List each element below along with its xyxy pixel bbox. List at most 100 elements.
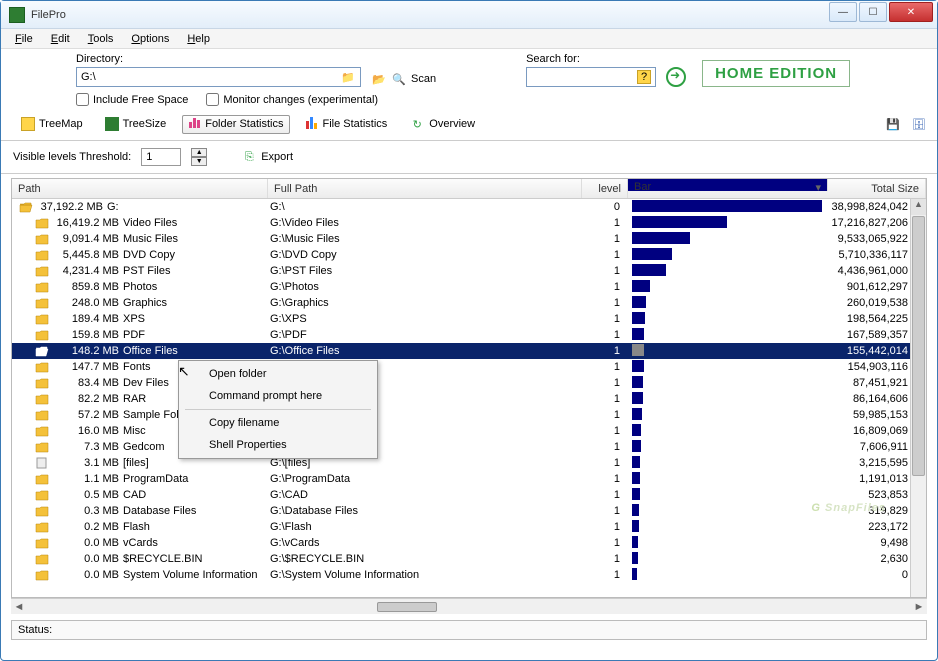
folder-dropdown-icon[interactable]: 📁 [340, 69, 356, 85]
scan-button[interactable]: Scan [411, 73, 436, 85]
row-name: RAR [123, 393, 146, 405]
horizontal-scrollbar[interactable]: ◄ ► [11, 598, 927, 614]
col-total-size[interactable]: Total Size [828, 179, 926, 198]
table-row[interactable]: 5,445.8 MB DVD Copy G:\DVD Copy 1 5,710,… [12, 247, 926, 263]
ctx-open-folder[interactable]: Open folder [181, 363, 375, 385]
row-bar [628, 296, 828, 311]
scroll-thumb[interactable] [912, 216, 925, 476]
search-input[interactable]: ? [526, 67, 656, 87]
row-bar [628, 520, 828, 535]
table-row[interactable]: 4,231.4 MB PST Files G:\PST Files 1 4,43… [12, 263, 926, 279]
ctx-copy-filename[interactable]: Copy filename [181, 412, 375, 434]
row-level: 1 [582, 441, 628, 453]
row-level: 1 [582, 425, 628, 437]
treemap-icon [21, 117, 35, 131]
folder-icon [34, 280, 50, 294]
vertical-scrollbar[interactable]: ▲ [910, 199, 926, 597]
browse-folder-icon[interactable]: 📂 [371, 71, 387, 87]
tab-treesize[interactable]: TreeSize [99, 115, 173, 133]
table-row[interactable]: 1.1 MB ProgramData G:\ProgramData 1 1,19… [12, 471, 926, 487]
row-size: 16.0 MB [53, 425, 123, 437]
menu-options[interactable]: Options [123, 31, 177, 47]
hscroll-thumb[interactable] [377, 602, 437, 612]
directory-input[interactable]: G:\ 📁 [76, 67, 361, 87]
ctx-command-prompt[interactable]: Command prompt here [181, 385, 375, 407]
tab-treemap[interactable]: TreeMap [15, 115, 89, 133]
go-button[interactable] [666, 67, 686, 87]
row-bar [628, 328, 828, 343]
monitor-changes-checkbox[interactable]: Monitor changes (experimental) [206, 93, 378, 106]
table-row[interactable]: 3.1 MB [files] G:\[files] 1 3,215,595 [12, 455, 926, 471]
maximize-button[interactable]: ☐ [859, 2, 887, 22]
include-free-checkbox[interactable]: Include Free Space [76, 93, 188, 106]
menu-file[interactable]: File [7, 31, 41, 47]
app-icon [9, 7, 25, 23]
table-row[interactable]: 0.0 MB $RECYCLE.BIN G:\$RECYCLE.BIN 1 2,… [12, 551, 926, 567]
table-row[interactable]: 37,192.2 MB G: G:\ 0 38,998,824,042 [12, 199, 926, 215]
row-level: 1 [582, 233, 628, 245]
col-path[interactable]: Path [12, 179, 268, 198]
visible-levels-spinner[interactable]: ▲▼ [191, 148, 207, 166]
table-row[interactable]: 0.3 MB Database Files G:\Database Files … [12, 503, 926, 519]
table-row[interactable]: 16.0 MB Misc 1 16,809,069 [12, 423, 926, 439]
row-full-path: G:\Database Files [268, 505, 582, 517]
table-row[interactable]: 159.8 MB PDF G:\PDF 1 167,589,357 [12, 327, 926, 343]
tab-folder-stats[interactable]: Folder Statistics [182, 115, 290, 134]
row-size: 0.0 MB [53, 537, 123, 549]
table-row[interactable]: 57.2 MB Sample Folde 1 59,985,153 [12, 407, 926, 423]
row-bar [628, 424, 828, 439]
scroll-up-icon[interactable]: ▲ [911, 199, 926, 215]
scroll-left-icon[interactable]: ◄ [11, 601, 27, 613]
table-row[interactable]: 7.3 MB Gedcom G:\Gedcom 1 7,606,911 [12, 439, 926, 455]
export-button[interactable]: ⎘ Export [237, 147, 297, 167]
col-full-path[interactable]: Full Path [268, 179, 582, 198]
table-row[interactable]: 83.4 MB Dev Files 1 87,451,921 [12, 375, 926, 391]
menu-tools[interactable]: Tools [80, 31, 122, 47]
table-row[interactable]: 9,091.4 MB Music Files G:\Music Files 1 … [12, 231, 926, 247]
table-row[interactable]: 0.5 MB CAD G:\CAD 1 523,853 [12, 487, 926, 503]
tab-overview[interactable]: ↻ Overview [403, 114, 481, 134]
row-name: Office Files [123, 345, 178, 357]
scroll-right-icon[interactable]: ► [911, 601, 927, 613]
row-level: 1 [582, 569, 628, 581]
table-row[interactable]: 248.0 MB Graphics G:\Graphics 1 260,019,… [12, 295, 926, 311]
tab-treemap-label: TreeMap [39, 118, 83, 130]
table-row[interactable]: 0.0 MB System Volume Information G:\Syst… [12, 567, 926, 583]
row-full-path: G:\Flash [268, 521, 582, 533]
table-row[interactable]: 82.2 MB RAR 1 86,164,606 [12, 391, 926, 407]
magnify-icon[interactable]: 🔍 [391, 71, 407, 87]
row-full-path: G:\ProgramData [268, 473, 582, 485]
save-db-icon[interactable]: 🗄 [911, 116, 927, 132]
col-level[interactable]: level [582, 179, 628, 198]
row-name: System Volume Information [123, 569, 258, 581]
row-full-path: G:\Graphics [268, 297, 582, 309]
close-button[interactable]: ✕ [889, 2, 933, 22]
visible-levels-input[interactable] [141, 148, 181, 166]
row-name: Music Files [123, 233, 178, 245]
table-row[interactable]: 148.2 MB Office Files G:\Office Files 1 … [12, 343, 926, 359]
include-free-label: Include Free Space [93, 94, 188, 106]
table-row[interactable]: 147.7 MB Fonts 1 154,903,116 [12, 359, 926, 375]
search-help-icon[interactable]: ? [637, 70, 651, 84]
table-row[interactable]: 16,419.2 MB Video Files G:\Video Files 1… [12, 215, 926, 231]
folder-stats-icon [189, 118, 201, 131]
row-level: 1 [582, 281, 628, 293]
menu-help[interactable]: Help [179, 31, 218, 47]
row-size: 9,091.4 MB [53, 233, 123, 245]
table-row[interactable]: 0.2 MB Flash G:\Flash 1 223,172 [12, 519, 926, 535]
table-row[interactable]: 0.0 MB vCards G:\vCards 1 9,498 [12, 535, 926, 551]
view-tabs: TreeMap TreeSize Folder Statistics File … [1, 112, 937, 141]
table-row[interactable]: 189.4 MB XPS G:\XPS 1 198,564,225 [12, 311, 926, 327]
save-icon[interactable]: 💾 [885, 116, 901, 132]
minimize-button[interactable]: — [829, 2, 857, 22]
row-size: 148.2 MB [53, 345, 123, 357]
menu-edit[interactable]: Edit [43, 31, 78, 47]
ctx-shell-properties[interactable]: Shell Properties [181, 434, 375, 456]
folder-icon [34, 360, 50, 374]
tab-file-stats[interactable]: File Statistics [300, 115, 393, 134]
row-size: 0.0 MB [53, 553, 123, 565]
folder-icon [34, 312, 50, 326]
table-row[interactable]: 859.8 MB Photos G:\Photos 1 901,612,297 [12, 279, 926, 295]
col-bar[interactable]: Bar [628, 179, 828, 191]
folder-open-icon [18, 200, 34, 214]
